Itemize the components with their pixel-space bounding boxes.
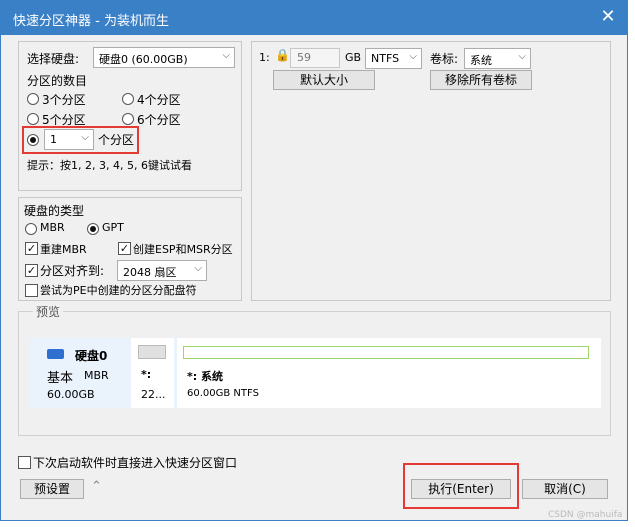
chevron-down-icon: ⌵ (409, 51, 417, 62)
window-title: 快速分区神器 - 为装机而生 (13, 14, 169, 29)
highlight-box-execute (403, 463, 519, 509)
radio-mbr[interactable] (25, 223, 37, 235)
radio-5-partitions[interactable] (27, 113, 39, 125)
lock-icon[interactable]: 🔒 (275, 48, 290, 62)
disk-scheme: MBR (84, 369, 109, 382)
radio-mbr-label: MBR (40, 221, 65, 234)
size-unit: GB (345, 51, 362, 64)
radio-3-partitions[interactable] (27, 93, 39, 105)
disk-type-label: 硬盘的类型 (24, 204, 85, 218)
partition-count-label: 分区的数目 (27, 74, 88, 88)
close-icon[interactable]: ✕ (597, 6, 619, 28)
filesystem-value: NTFS (371, 52, 400, 65)
partition-1-bar (138, 345, 166, 359)
disk-type-panel: 硬盘的类型 MBR GPT ✓ 重建MBR ✓ 创建ESP和MSR分区 ✓ 分区… (18, 197, 242, 301)
volume-label-value: 系统 (470, 54, 492, 67)
disk-select-value: 硬盘0 (60.00GB) (99, 53, 188, 66)
chevron-down-icon: ⌵ (194, 263, 202, 274)
partition-1-size: 22... (141, 388, 166, 401)
partition-size-input[interactable]: 59 (290, 48, 340, 68)
partition-2-bar (183, 346, 589, 359)
align-label: 分区对齐到: (40, 264, 105, 278)
radio-gpt[interactable] (87, 223, 99, 235)
partition-index: 1: (259, 51, 270, 64)
preview-label: 预览 (33, 303, 64, 320)
partition-settings-panel: 1: 🔒 59 GB NTFS ⌵ 卷标: 系统 ⌵ 默认大小 移除所有卷标 (251, 41, 611, 301)
preview-map: 硬盘0 基本 MBR 60.00GB *: 22... *: 系统 60.00G… (30, 338, 601, 408)
partition-block-2[interactable]: *: 系统 60.00GB NTFS (177, 338, 601, 408)
radio-4-partitions[interactable] (122, 93, 134, 105)
direct-enter-label: 下次启动软件时直接进入快速分区窗口 (33, 456, 238, 470)
align-select[interactable]: 2048 扇区 ⌵ (117, 260, 207, 281)
create-esp-label: 创建ESP和MSR分区 (133, 243, 233, 256)
disk-size: 60.00GB (47, 388, 95, 401)
hard-disk-icon (47, 349, 64, 359)
try-pe-label: 尝试为PE中创建的分区分配盘符 (40, 284, 197, 297)
title-bar: 快速分区神器 - 为装机而生 ✕ (1, 1, 627, 35)
radio-6-label: 6个分区 (137, 113, 181, 127)
quick-partition-window: 快速分区神器 - 为装机而生 ✕ 选择硬盘: 硬盘0 (60.00GB) ⌵ 分… (0, 0, 628, 521)
partition-2-detail: 60.00GB NTFS (187, 388, 259, 399)
partition-2-name: *: 系统 (187, 370, 223, 383)
disk-select[interactable]: 硬盘0 (60.00GB) ⌵ (93, 47, 235, 68)
disk-type: 基本 (47, 371, 74, 386)
radio-6-partitions[interactable] (122, 113, 134, 125)
try-pe-checkbox[interactable] (25, 284, 38, 297)
disk-name: 硬盘0 (75, 349, 108, 363)
partition-1-name: *: (141, 368, 152, 381)
hint-text: 提示：按1, 2, 3, 4, 5, 6键试试看 (27, 159, 192, 172)
create-esp-checkbox[interactable]: ✓ (118, 242, 131, 255)
align-checkbox[interactable]: ✓ (25, 264, 38, 277)
radio-4-label: 4个分区 (137, 93, 181, 107)
partition-block-1[interactable]: *: 22... (131, 338, 174, 408)
rebuild-mbr-checkbox[interactable]: ✓ (25, 242, 38, 255)
watermark: CSDN @mahuifa (548, 510, 623, 520)
preview-group: 预览 硬盘0 基本 MBR 60.00GB *: 22... *: 系统 60.… (18, 303, 611, 436)
radio-gpt-label: GPT (102, 221, 124, 234)
chevron-down-icon: ⌵ (222, 50, 230, 61)
disk-info-block: 硬盘0 基本 MBR 60.00GB (30, 338, 128, 408)
chevron-down-icon: ⌵ (518, 51, 526, 62)
volume-label-select[interactable]: 系统 ⌵ (464, 48, 531, 69)
filesystem-select[interactable]: NTFS ⌵ (365, 48, 422, 69)
partition-size-value: 59 (297, 51, 311, 64)
radio-3-label: 3个分区 (42, 93, 86, 107)
partition-count-panel: 选择硬盘: 硬盘0 (60.00GB) ⌵ 分区的数目 3个分区 4个分区 5个… (18, 41, 242, 191)
preset-button[interactable]: 预设置 (20, 479, 84, 499)
align-select-value: 2048 扇区 (123, 266, 177, 279)
default-size-button[interactable]: 默认大小 (273, 70, 375, 90)
rebuild-mbr-label: 重建MBR (40, 243, 87, 256)
volume-label-caption: 卷标: (430, 52, 459, 66)
remove-labels-button[interactable]: 移除所有卷标 (430, 70, 532, 90)
disk-select-label: 选择硬盘: (27, 52, 80, 66)
cancel-button[interactable]: 取消(C) (522, 479, 608, 499)
highlight-box-custom (22, 126, 139, 154)
double-chevron-up-icon[interactable]: ⌃ (91, 479, 102, 494)
direct-enter-checkbox[interactable] (18, 456, 31, 469)
